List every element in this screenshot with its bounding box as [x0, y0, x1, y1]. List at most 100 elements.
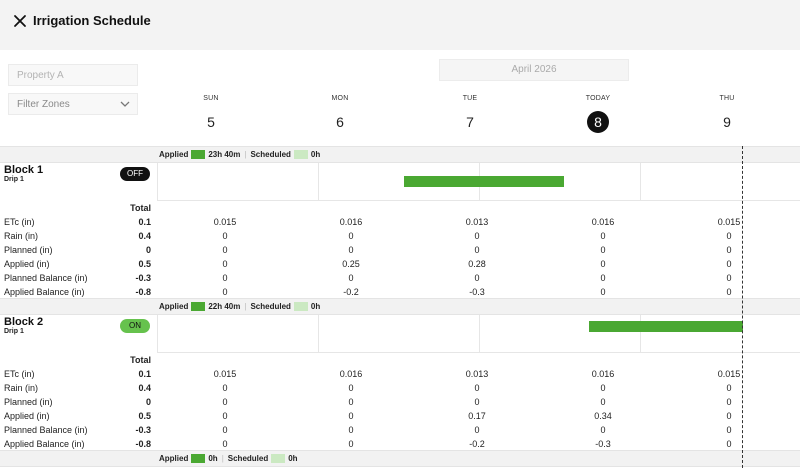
applied-bar[interactable]: [404, 176, 564, 187]
legend: Applied 23h 40m | Scheduled 0h: [159, 150, 320, 159]
metric-value: 0: [726, 411, 732, 421]
day-number: 9: [723, 114, 731, 130]
block-toggle[interactable]: OFF: [120, 167, 150, 181]
day-header-today[interactable]: TODAY 8: [578, 95, 618, 133]
metric-total: -0.8: [135, 439, 151, 449]
metric-value: 0: [726, 383, 732, 393]
metric-label: Planned Balance (in): [4, 273, 88, 283]
block-1-section: Applied 23h 40m | Scheduled 0h Block 1 D…: [0, 146, 800, 298]
total-header: Total: [130, 355, 151, 365]
current-time-marker: [742, 146, 743, 468]
legend-scheduled-value: 0h: [288, 454, 298, 463]
block-2-section: Applied 22h 40m | Scheduled 0h Block 2 D…: [0, 298, 800, 450]
block-name: Block 1: [4, 164, 44, 176]
page-title: Irrigation Schedule: [33, 13, 151, 28]
day-number: 5: [207, 114, 215, 130]
metric-total: 0.4: [138, 383, 151, 393]
metric-value: 0: [726, 397, 732, 407]
metric-row: Applied (in) 0.5 0 0.25 0.28 0 0: [0, 257, 800, 271]
legend-separator: |: [221, 454, 224, 463]
legend-row: Applied 22h 40m | Scheduled 0h: [0, 298, 800, 315]
metric-value: 0.34: [594, 411, 612, 421]
metric-row: Planned (in) 0 0 0 0 0 0: [0, 395, 800, 409]
metric-row: Planned Balance (in) -0.3 0 0 0 0 0: [0, 423, 800, 437]
legend-row: Applied 23h 40m | Scheduled 0h: [0, 146, 800, 163]
metric-value: 0.015: [717, 369, 741, 379]
day-name: SUN: [203, 95, 219, 102]
legend: Applied 0h | Scheduled 0h: [159, 454, 298, 463]
irrigation-timeline: [157, 315, 800, 353]
metric-value: -0.3: [595, 439, 611, 449]
metric-value: 0.016: [339, 217, 363, 227]
metric-label: Applied Balance (in): [4, 439, 85, 449]
day-header-mon[interactable]: MON 6: [320, 95, 360, 133]
metric-value: 0: [348, 245, 354, 255]
metric-value: -0.2: [469, 439, 485, 449]
day-number-today: 8: [587, 111, 609, 133]
metric-value: 0: [222, 231, 228, 241]
day-number: 6: [336, 114, 344, 130]
day-header-thu[interactable]: THU 9: [707, 95, 747, 133]
timeline-divider: [318, 163, 319, 201]
legend-applied-label: Applied: [159, 454, 189, 463]
metric-row: ETc (in) 0.1 0.015 0.016 0.013 0.016 0.0…: [0, 215, 800, 229]
metric-value: 0.17: [468, 411, 486, 421]
total-header: Total: [130, 203, 151, 213]
legend-applied-value: 22h 40m: [208, 302, 241, 311]
metric-label: ETc (in): [4, 369, 35, 379]
metric-label: Applied (in): [4, 259, 50, 269]
metric-total: -0.3: [135, 425, 151, 435]
metric-total: 0.1: [138, 369, 151, 379]
legend-applied-value: 0h: [208, 454, 218, 463]
metric-label: Planned (in): [4, 397, 53, 407]
metric-total: 0.4: [138, 231, 151, 241]
legend-scheduled-label: Scheduled: [227, 454, 269, 463]
day-header-tue[interactable]: TUE 7: [450, 95, 490, 133]
metric-value: 0.28: [468, 259, 486, 269]
legend-applied-label: Applied: [159, 302, 189, 311]
metric-total: -0.3: [135, 273, 151, 283]
metric-value: 0: [600, 273, 606, 283]
scheduled-swatch: [293, 150, 308, 159]
applied-swatch: [191, 454, 206, 463]
metric-total: 0.5: [138, 259, 151, 269]
metric-row: Applied (in) 0.5 0 0 0.17 0.34 0: [0, 409, 800, 423]
metric-value: 0: [222, 383, 228, 393]
block-toggle[interactable]: ON: [120, 319, 150, 333]
month-selector[interactable]: April 2026: [439, 59, 629, 81]
metric-value: 0.013: [465, 369, 489, 379]
metric-label: Planned (in): [4, 245, 53, 255]
day-number: 7: [466, 114, 474, 130]
metric-total: 0.1: [138, 217, 151, 227]
legend-row: Applied 0h | Scheduled 0h: [0, 450, 800, 467]
close-icon[interactable]: [12, 13, 28, 29]
metric-value: 0: [726, 287, 732, 297]
day-name: TUE: [462, 95, 478, 102]
day-header-sun[interactable]: SUN 5: [191, 95, 231, 133]
metric-total: 0.5: [138, 411, 151, 421]
metric-value: 0: [474, 245, 480, 255]
filter-zones-select[interactable]: Filter Zones: [8, 93, 138, 115]
metric-label: Applied Balance (in): [4, 287, 85, 297]
metric-value: 0: [348, 425, 354, 435]
day-name: THU: [719, 95, 735, 102]
metric-row: Planned (in) 0 0 0 0 0 0: [0, 243, 800, 257]
metric-value: 0: [348, 439, 354, 449]
timeline-divider: [318, 315, 319, 353]
metric-value: 0: [222, 287, 228, 297]
metric-value: 0: [600, 397, 606, 407]
metric-value: 0: [600, 245, 606, 255]
scheduled-swatch: [271, 454, 286, 463]
scheduled-swatch: [293, 302, 308, 311]
metric-label: Planned Balance (in): [4, 425, 88, 435]
irrigation-timeline: [157, 163, 800, 201]
metric-value: 0: [222, 245, 228, 255]
day-name: MON: [331, 95, 349, 102]
metric-label: Rain (in): [4, 231, 39, 241]
metric-total: 0: [145, 397, 151, 407]
metric-value: 0: [600, 231, 606, 241]
metric-label: Rain (in): [4, 383, 39, 393]
applied-bar[interactable]: [589, 321, 743, 332]
metric-value: 0: [600, 287, 606, 297]
property-input[interactable]: Property A: [8, 64, 138, 86]
